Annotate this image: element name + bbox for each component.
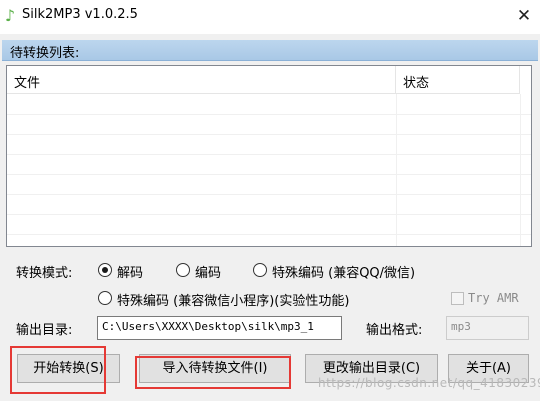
column-header-status-label: 状态 (403, 76, 430, 91)
row-divider (7, 134, 531, 135)
column-divider (520, 94, 521, 246)
try-amr-label: Try AMR (468, 291, 519, 305)
row-divider (7, 114, 531, 115)
list-section-header: 待转换列表: (2, 40, 538, 61)
file-list[interactable]: 文件 状态 (6, 65, 532, 247)
close-icon[interactable]: ✕ (510, 3, 538, 29)
column-header-status[interactable]: 状态 (396, 66, 520, 94)
try-amr-checkbox[interactable] (451, 292, 464, 305)
watermark-text: https://blog.csdn.net/qq_41830239 (318, 376, 540, 390)
window-title: Silk2MP3 v1.0.2.5 (22, 7, 138, 22)
row-divider (7, 194, 531, 195)
highlight-box-start (10, 346, 106, 394)
output-format-label: 输出格式: (366, 323, 423, 338)
row-divider (7, 154, 531, 155)
radio-encode-label[interactable]: 编码 (195, 262, 221, 281)
radio-special-encode-miniprogram-label[interactable]: 特殊编码 (兼容微信小程序)(实验性功能) (117, 290, 349, 309)
column-header-file-label: 文件 (14, 76, 41, 91)
music-note-icon: ♪ (4, 6, 16, 25)
radio-decode-label[interactable]: 解码 (117, 262, 143, 281)
row-divider (7, 234, 531, 235)
radio-special-encode-qq-wechat-label[interactable]: 特殊编码 (兼容QQ/微信) (272, 262, 415, 281)
row-divider (7, 174, 531, 175)
radio-encode[interactable] (176, 263, 190, 277)
column-header-file[interactable]: 文件 (7, 66, 396, 94)
output-dir-input[interactable]: C:\Users\XXXX\Desktop\silk\mp3_1 (97, 316, 342, 340)
output-dir-label: 输出目录: (16, 323, 73, 338)
conversion-mode-label: 转换模式: (16, 266, 73, 281)
column-divider (396, 94, 397, 246)
highlight-box-import (135, 356, 291, 389)
radio-decode[interactable] (98, 263, 112, 277)
list-section-title: 待转换列表: (10, 46, 80, 61)
output-format-field: mp3 (446, 316, 529, 340)
radio-special-encode-miniprogram[interactable] (98, 291, 112, 305)
radio-special-encode-qq-wechat[interactable] (253, 263, 267, 277)
row-divider (7, 214, 531, 215)
